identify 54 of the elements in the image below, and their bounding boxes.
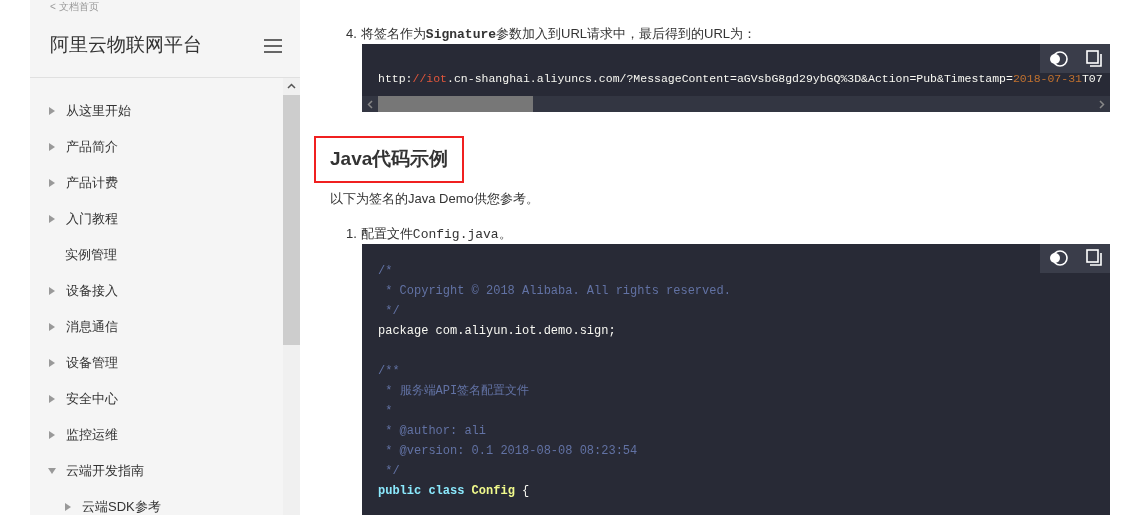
intro-paragraph: 以下为签名的Java Demo供您参考。	[330, 190, 540, 208]
nav-item[interactable]: 设备接入	[66, 281, 118, 301]
scroll-right-icon[interactable]	[1099, 99, 1105, 109]
theme-toggle-icon[interactable]	[1048, 249, 1070, 267]
code-line: * @author: ali	[384, 423, 487, 438]
code-line: * 服务端API签名配置文件	[384, 383, 530, 398]
list-number: 1.	[346, 224, 357, 243]
caret-right-icon[interactable]	[47, 178, 57, 188]
nav-item[interactable]: 产品简介	[66, 137, 118, 157]
code-line: *	[384, 403, 393, 418]
code-line: /**	[378, 363, 400, 378]
step-text: 配置文件Config.java。	[360, 224, 512, 244]
code-line: */	[384, 463, 400, 478]
code-line: * @version: 0.1 2018-08-08 08:23:54	[384, 443, 638, 458]
caret-right-icon[interactable]	[47, 214, 57, 224]
code-line: * Copyright © 2018 Alibaba. All rights reserved.	[384, 283, 731, 298]
caret-right-icon[interactable]	[47, 430, 57, 440]
list-number: 4.	[346, 25, 357, 43]
nav-item[interactable]: 消息通信	[66, 317, 118, 337]
menu-icon[interactable]	[264, 38, 282, 53]
caret-right-icon[interactable]	[47, 286, 57, 296]
nav-item[interactable]: 入门教程	[66, 209, 118, 229]
code-line: package com.aliyun.iot.demo.sign;	[378, 323, 616, 338]
code-line: http://iot.cn-shanghai.aliyuncs.com/?MessageContent=aGVsbG8gd29ybGQ%3D&Action=Pub&Timestamp=2018-07-31T07	[378, 72, 1103, 85]
copy-icon[interactable]	[1086, 249, 1102, 267]
scrollbar-thumb[interactable]	[283, 95, 300, 345]
caret-down-icon[interactable]	[47, 466, 57, 476]
nav-item[interactable]: 实例管理	[65, 245, 117, 265]
scrollbar-thumb[interactable]	[378, 96, 533, 112]
step-text: 将签名作为Signature参数加入到URL请求中，最后得到的URL为：	[360, 25, 757, 44]
nav-item[interactable]: 云端开发指南	[66, 461, 144, 481]
caret-right-icon[interactable]	[47, 358, 57, 368]
section-heading: Java代码示例	[314, 136, 465, 183]
scrollbar[interactable]	[283, 78, 300, 515]
nav-item[interactable]: 监控运维	[66, 425, 118, 445]
nav-item[interactable]: 产品计费	[66, 173, 118, 193]
theme-toggle-icon[interactable]	[1048, 49, 1070, 68]
nav-item[interactable]: 设备管理	[66, 353, 118, 373]
sidebar-title: 阿里云物联网平台	[50, 33, 202, 58]
nav-item[interactable]: 云端SDK参考	[82, 497, 161, 515]
caret-right-icon[interactable]	[47, 106, 57, 116]
caret-right-icon[interactable]	[47, 322, 57, 332]
code-line: */	[384, 303, 400, 318]
copy-icon[interactable]	[1086, 49, 1102, 68]
horizontal-scrollbar[interactable]	[362, 96, 1110, 112]
code-line: public class Config {	[378, 483, 530, 498]
caret-right-icon[interactable]	[63, 502, 73, 512]
caret-right-icon[interactable]	[47, 394, 57, 404]
code-line: /*	[378, 263, 393, 278]
scroll-left-icon[interactable]	[367, 99, 373, 109]
nav-item[interactable]: 安全中心	[66, 389, 118, 409]
scroll-up-icon[interactable]	[287, 83, 296, 89]
nav-item[interactable]: 从这里开始	[66, 101, 131, 121]
caret-right-icon[interactable]	[47, 142, 57, 152]
